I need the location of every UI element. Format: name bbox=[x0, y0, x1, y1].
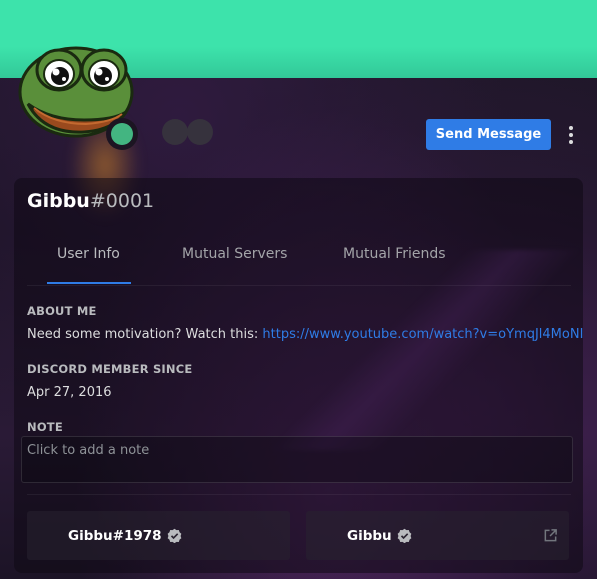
about-me-link[interactable]: https://www.youtube.com/watch?v=oYmqJl4M… bbox=[262, 327, 583, 342]
tabs-divider bbox=[27, 285, 571, 286]
connection-item[interactable]: Gibbu#1978 bbox=[27, 511, 290, 560]
note-heading: NOTE bbox=[27, 420, 63, 434]
send-message-button[interactable]: Send Message bbox=[426, 119, 551, 150]
badge-icon[interactable] bbox=[187, 119, 213, 145]
member-since-date: Apr 27, 2016 bbox=[27, 385, 112, 400]
tab-user-info[interactable]: User Info bbox=[57, 236, 120, 284]
badge-icon[interactable] bbox=[162, 119, 188, 145]
profile-tabs: User Info Mutual Servers Mutual Friends bbox=[27, 236, 571, 286]
username-text: Gibbu bbox=[27, 190, 90, 212]
connections-divider bbox=[27, 494, 571, 495]
member-since-heading: DISCORD MEMBER SINCE bbox=[27, 362, 193, 376]
connection-name: Gibbu bbox=[347, 527, 392, 544]
connection-item[interactable]: Gibbu bbox=[306, 511, 569, 560]
more-vertical-icon[interactable] bbox=[562, 122, 580, 148]
connection-name: Gibbu#1978 bbox=[68, 527, 162, 544]
status-dot-fill bbox=[111, 123, 133, 145]
profile-username: Gibbu#0001 bbox=[27, 190, 154, 212]
profile-badges bbox=[162, 119, 213, 145]
active-tab-indicator bbox=[47, 282, 131, 284]
verified-badge-icon bbox=[167, 528, 181, 543]
discriminator-text: #0001 bbox=[89, 190, 155, 212]
note-input[interactable]: Click to add a note bbox=[21, 436, 573, 483]
about-me-prefix: Need some motivation? Watch this: bbox=[27, 327, 263, 342]
about-me-heading: ABOUT ME bbox=[27, 304, 97, 318]
about-me-text: Need some motivation? Watch this: https:… bbox=[27, 327, 583, 342]
tab-mutual-friends[interactable]: Mutual Friends bbox=[343, 236, 446, 284]
external-link-icon[interactable] bbox=[543, 528, 558, 543]
online-status-indicator bbox=[106, 118, 138, 150]
tab-mutual-servers[interactable]: Mutual Servers bbox=[182, 236, 287, 284]
verified-badge-icon bbox=[397, 528, 411, 543]
